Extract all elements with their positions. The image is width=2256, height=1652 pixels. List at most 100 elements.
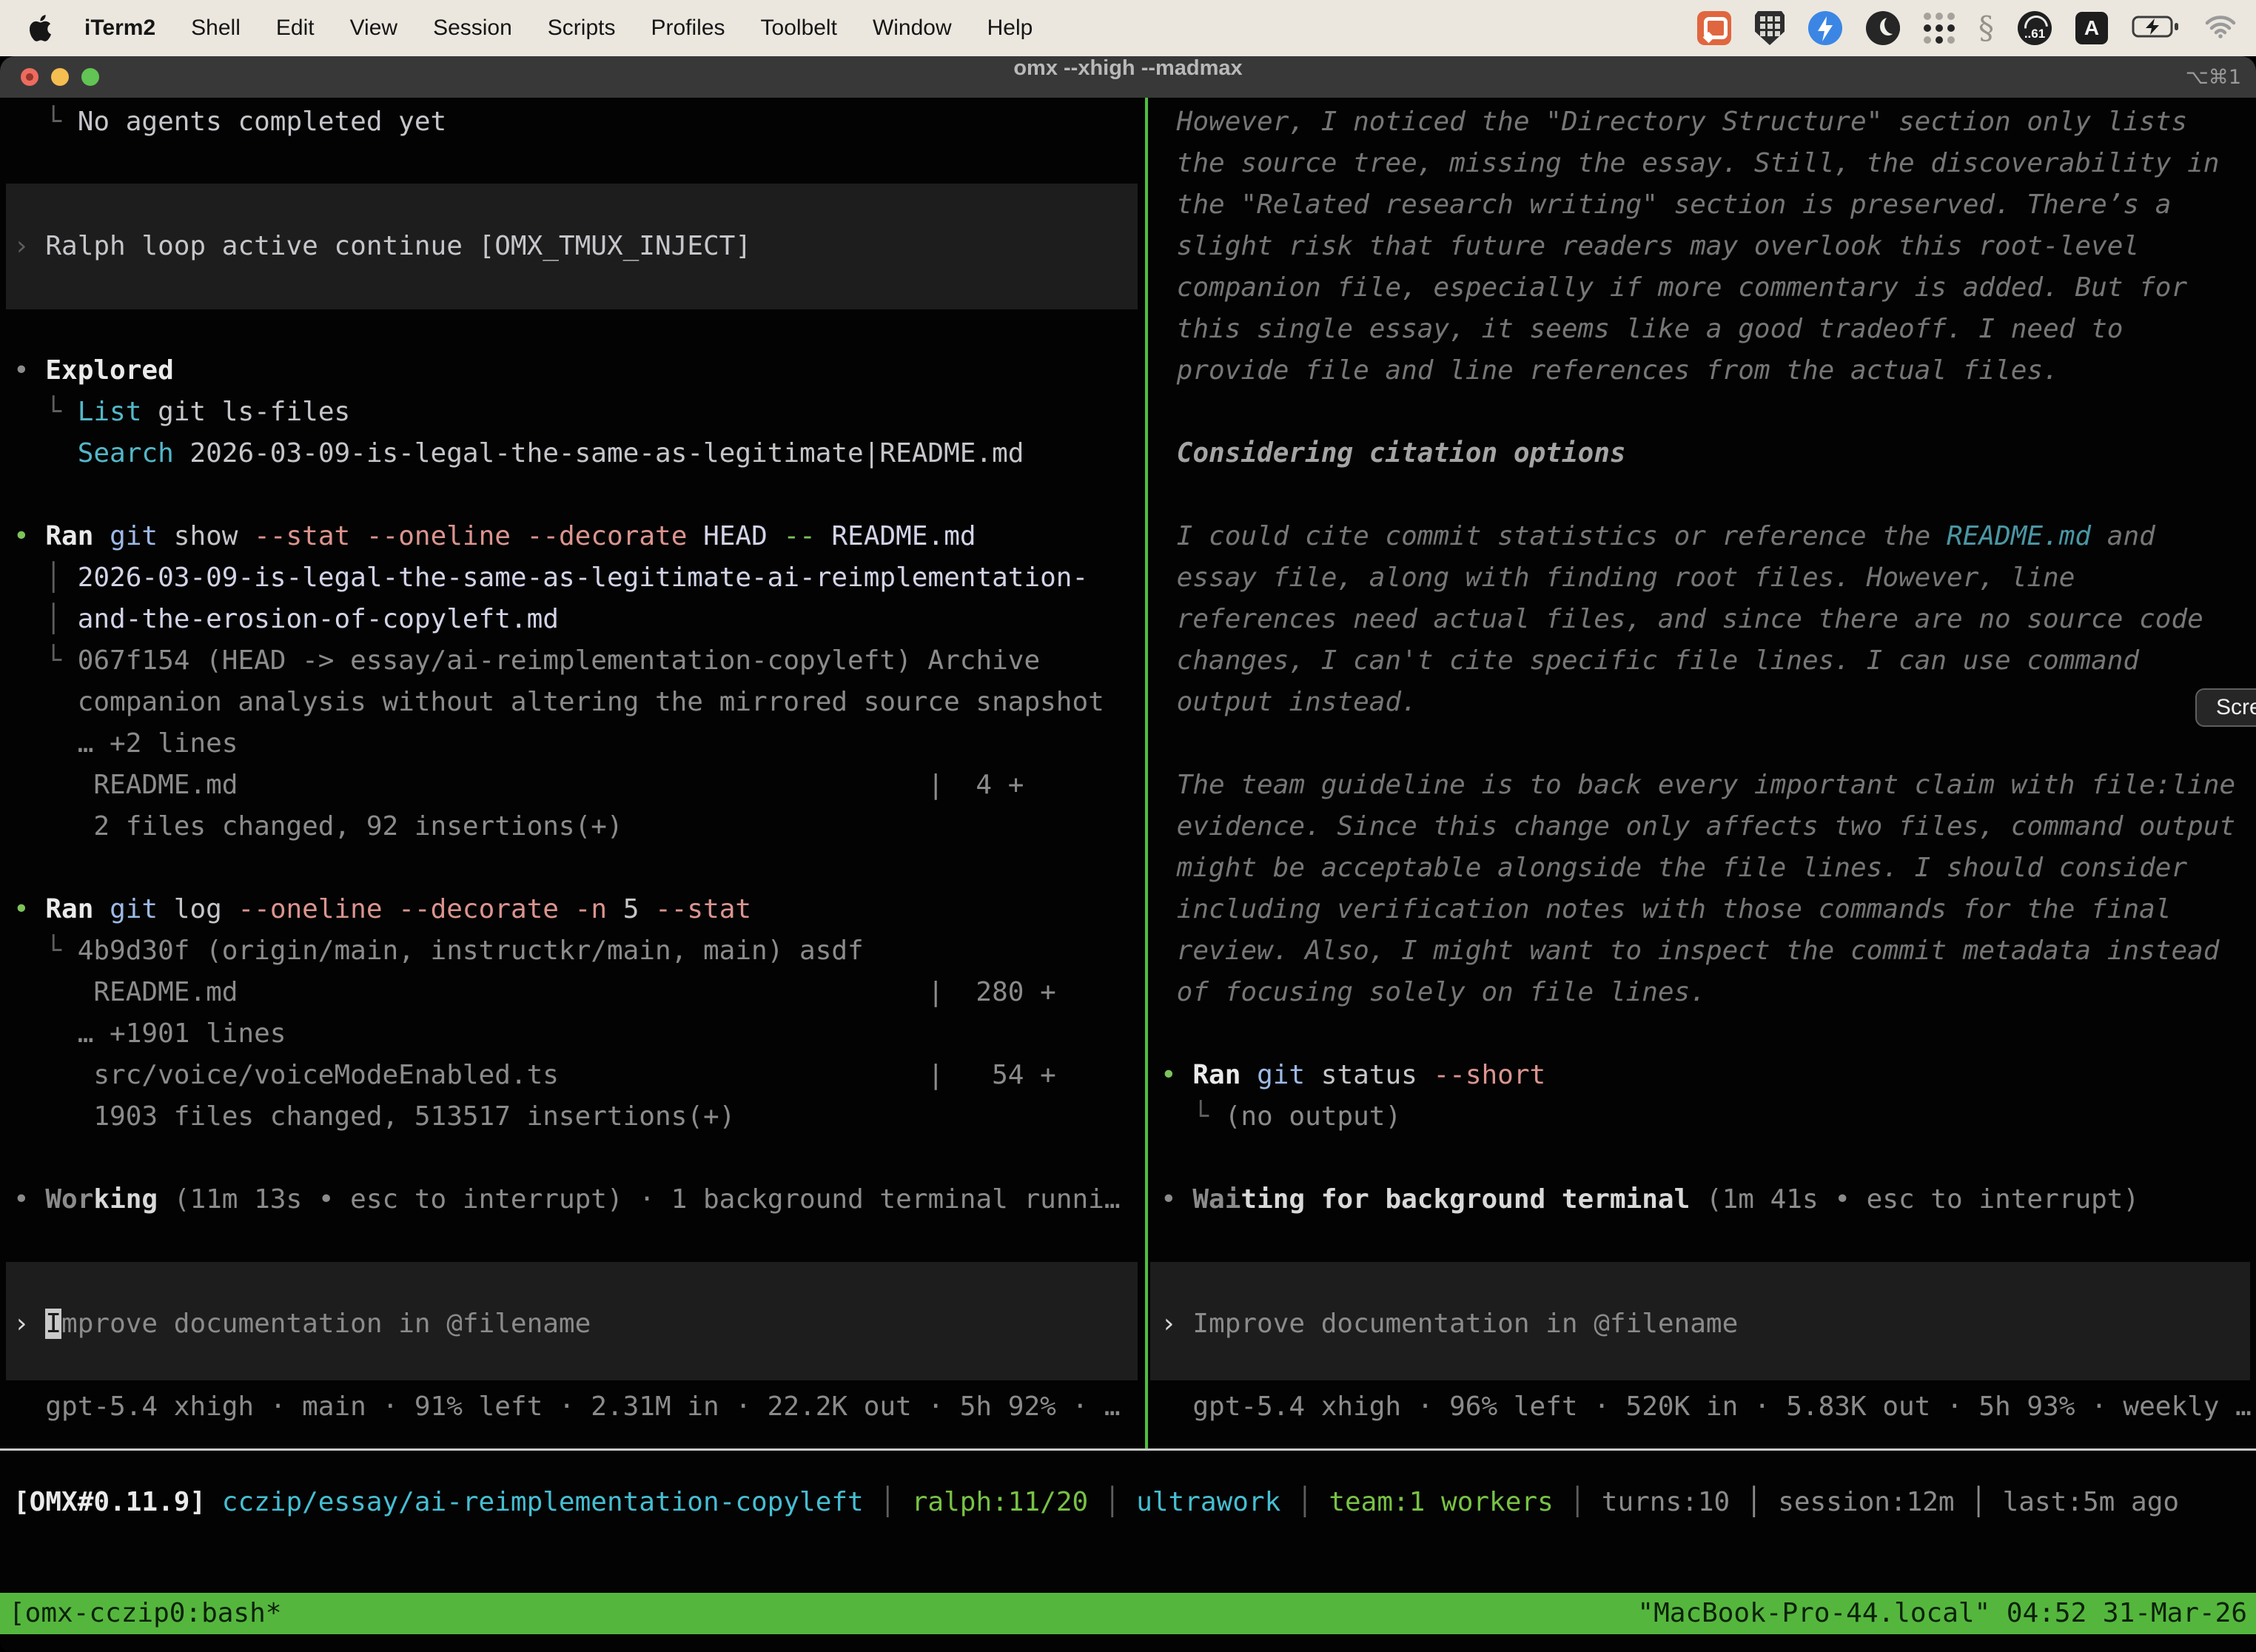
pane-divider[interactable] — [1145, 98, 1148, 1448]
window-shortcut-badge: ⌥⌘1 — [2186, 56, 2241, 98]
terminal-line: └ List git ls-files — [13, 392, 1121, 433]
blue-lightning-badge-icon[interactable] — [1808, 11, 1842, 45]
terminal-line: › Improve documentation in @filename — [1161, 1303, 2252, 1345]
terminal-line: companion file, especially if more comme… — [1161, 267, 2252, 309]
terminal-line: output instead. — [1161, 682, 2252, 723]
terminal-line: of focusing solely on file lines. — [1161, 972, 2252, 1013]
terminal-line: references need actual files, and since … — [1161, 599, 2252, 640]
tmux-host-clock: "MacBook-Pro-44.local" 04:52 31-Mar-26 — [1637, 1593, 2247, 1634]
terminal-line: • Waiting for background terminal (1m 41… — [1161, 1179, 2252, 1220]
wifi-icon[interactable] — [2204, 14, 2237, 42]
terminal-line: … +1901 lines — [13, 1013, 1121, 1055]
terminal-line: changes, I can't cite specific file line… — [1161, 640, 2252, 682]
terminal-line — [1161, 474, 2252, 516]
terminal-line: └ (no output) — [1161, 1096, 2252, 1138]
terminal-line — [13, 184, 1121, 226]
menu-edit[interactable]: Edit — [276, 16, 315, 41]
menubar-status-icons: § ..61 A — [1697, 11, 2256, 45]
window-title: omx --xhigh --madmax — [0, 56, 2256, 98]
terminal-line — [13, 1138, 1121, 1179]
terminal-line — [1161, 1220, 2252, 1262]
menu-window[interactable]: Window — [873, 16, 952, 41]
terminal-line: I could cite commit statistics or refere… — [1161, 516, 2252, 557]
crescent-circle-icon[interactable] — [1866, 11, 1900, 45]
menubar: iTerm2 Shell Edit View Session Scripts Profile… — [0, 0, 2256, 56]
terminal-line — [13, 847, 1121, 889]
terminal-line: evidence. Since this change only affects… — [1161, 806, 2252, 847]
terminal-line — [13, 267, 1121, 309]
pane-separator — [0, 1448, 2256, 1451]
terminal-line: └ 067f154 (HEAD -> essay/ai-reimplementa… — [13, 640, 1121, 682]
terminal-line: the "Related research writing" section i… — [1161, 184, 2252, 226]
keyboard-layout-icon[interactable]: A — [2075, 12, 2108, 44]
terminal-line — [1161, 1138, 2252, 1179]
omx-status-bar: [OMX#0.11.9] cczip/essay/ai-reimplementa… — [6, 1482, 2179, 1523]
terminal-line: └ 4b9d30f (origin/main, instructkr/main,… — [13, 930, 1121, 972]
shield-grid-icon[interactable] — [1755, 11, 1785, 45]
gauge-icon[interactable]: ..61 — [2018, 11, 2052, 45]
terminal-line: └ No agents completed yet — [13, 101, 1121, 143]
terminal-line: • Ran git show --stat --oneline --decora… — [13, 516, 1121, 557]
apple-menu-icon[interactable] — [30, 15, 52, 41]
terminal-line: │ and-the-erosion-of-copyleft.md — [13, 599, 1121, 640]
menu-iterm2[interactable]: iTerm2 — [84, 16, 155, 41]
terminal-line — [13, 1262, 1121, 1303]
terminal-line: │ 2026-03-09-is-legal-the-same-as-legiti… — [13, 557, 1121, 599]
menu-session[interactable]: Session — [433, 16, 512, 41]
terminal-line — [1161, 1345, 2252, 1386]
terminal-line: … +2 lines — [13, 723, 1121, 765]
terminal-line: gpt-5.4 xhigh · 96% left · 520K in · 5.8… — [1161, 1386, 2252, 1428]
titlebar[interactable]: omx --xhigh --madmax ⌥⌘1 — [0, 56, 2256, 98]
terminal-line: • Working (11m 13s • esc to interrupt) ·… — [13, 1179, 1121, 1220]
terminal-line: 2 files changed, 92 insertions(+) — [13, 806, 1121, 847]
terminal-line — [13, 1220, 1121, 1262]
terminal-line: including verification notes with those … — [1161, 889, 2252, 930]
dots-grid-icon[interactable] — [1924, 13, 1955, 44]
terminal-line: companion analysis without altering the … — [13, 682, 1121, 723]
terminal-line: essay file, along with finding root file… — [1161, 557, 2252, 599]
terminal-line: README.md | 280 + — [13, 972, 1121, 1013]
terminal-line: this single essay, it seems like a good … — [1161, 309, 2252, 350]
terminal-line: Considering citation options — [1161, 433, 2252, 474]
terminal-line: README.md | 4 + — [13, 765, 1121, 806]
terminal-line — [1161, 723, 2252, 765]
battery-icon[interactable] — [2132, 14, 2181, 42]
terminal-window: omx --xhigh --madmax ⌥⌘1 └ No agents com… — [0, 56, 2256, 1652]
menu-profiles[interactable]: Profiles — [651, 16, 725, 41]
terminal-line: slight risk that future readers may over… — [1161, 226, 2252, 267]
menu-view[interactable]: View — [350, 16, 397, 41]
left-pane-transcript: └ No agents completed yet › Ralph loop ac… — [6, 101, 1121, 1428]
terminal-line — [1161, 392, 2252, 433]
menubar-menus: iTerm2 Shell Edit View Session Scripts Profile… — [84, 16, 1033, 41]
tmux-status-bar: [omx-cczip0:bash* "MacBook-Pro-44.local"… — [0, 1593, 2256, 1634]
terminal-line: • Ran git log --oneline --decorate -n 5 … — [13, 889, 1121, 930]
terminal-line — [13, 309, 1121, 350]
terminal-line: • Ran git status --short — [1161, 1055, 2252, 1096]
terminal-line: review. Also, I might want to inspect th… — [1161, 930, 2252, 972]
squiggle-icon[interactable]: § — [1978, 11, 1994, 45]
terminal-line: • Explored — [13, 350, 1121, 392]
terminal-line: Search 2026-03-09-is-legal-the-same-as-l… — [13, 433, 1121, 474]
terminal-line — [13, 474, 1121, 516]
screen-overlay-tooltip: Scre — [2195, 688, 2256, 727]
chat-app-icon[interactable] — [1697, 11, 1731, 45]
terminal-line — [1161, 1262, 2252, 1303]
terminal-line: › Ralph loop active continue [OMX_TMUX_I… — [13, 226, 1121, 267]
terminal-line: provide file and line references from th… — [1161, 350, 2252, 392]
terminal-line: 1903 files changed, 513517 insertions(+) — [13, 1096, 1121, 1138]
terminal-line — [13, 143, 1121, 184]
terminal-line: However, I noticed the "Directory Struct… — [1161, 101, 2252, 143]
menu-toolbelt[interactable]: Toolbelt — [761, 16, 837, 41]
menu-help[interactable]: Help — [987, 16, 1033, 41]
menu-scripts[interactable]: Scripts — [548, 16, 616, 41]
terminal-line: might be acceptable alongside the file l… — [1161, 847, 2252, 889]
terminal-line: The team guideline is to back every impo… — [1161, 765, 2252, 806]
tmux-session-label: [omx-cczip0:bash* — [9, 1593, 281, 1634]
menu-shell[interactable]: Shell — [191, 16, 241, 41]
terminal-line: src/voice/voiceModeEnabled.ts | 54 + — [13, 1055, 1121, 1096]
terminal-line: › Improve documentation in @filename — [13, 1303, 1121, 1345]
terminal-line — [13, 1345, 1121, 1386]
terminal-line: gpt-5.4 xhigh · main · 91% left · 2.31M … — [13, 1386, 1121, 1428]
terminal-line: the source tree, missing the essay. Stil… — [1161, 143, 2252, 184]
right-pane-transcript: However, I noticed the "Directory Struct… — [1152, 101, 2252, 1428]
